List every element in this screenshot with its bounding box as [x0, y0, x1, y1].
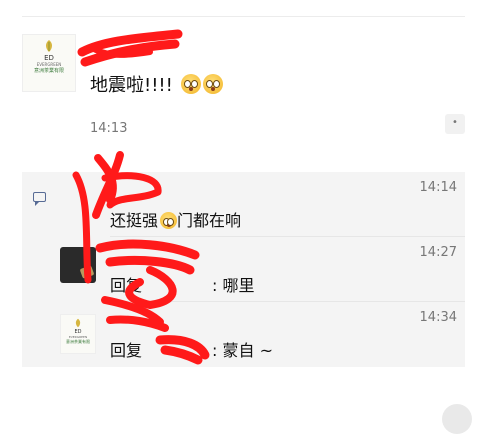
leaf-logo-icon: [75, 318, 81, 328]
comment-text: 回复: 哪里: [110, 276, 255, 295]
comment-row[interactable]: ED EVERGREEN 意洲茶業有限 14:34 回复: 蒙自 ~: [22, 302, 465, 367]
comment-time: 14:27: [419, 245, 457, 260]
avatar[interactable]: ED EVERGREEN 意洲茶業有限: [60, 314, 96, 354]
moment-post: ED EVERGREEN 意洲茶業有限 地震啦!!!! 14:13 •: [22, 34, 465, 174]
scroll-indicator: [442, 404, 472, 434]
comment-time: 14:14: [419, 180, 457, 195]
comments-section: 14:14 还挺强 门都在响 14:27 回复: 哪里 ED EVERGREEN …: [22, 172, 465, 367]
avatar[interactable]: [60, 247, 96, 283]
comment-text: 回复: 蒙自 ~: [110, 341, 273, 360]
leaf-logo-icon: [46, 40, 52, 52]
comment-time: 14:34: [419, 310, 457, 325]
shocked-face-emoji-icon: [202, 74, 223, 94]
shocked-face-emoji-icon: [160, 212, 178, 229]
logo-chinese: 意洲茶業有限: [66, 339, 90, 344]
more-options-button[interactable]: •: [445, 114, 465, 134]
post-timestamp: 14:13: [90, 121, 128, 136]
comment-row[interactable]: 14:27 回复: 哪里: [22, 237, 465, 302]
post-text: 地震啦!!!!: [90, 75, 173, 96]
comment-text: 还挺强 门都在响: [110, 211, 242, 230]
top-divider: [22, 16, 465, 17]
logo-chinese: 意洲茶業有限: [33, 68, 64, 74]
logo-initials: ED: [44, 54, 54, 62]
comment-row[interactable]: 14:14 还挺强 门都在响: [22, 172, 465, 237]
avatar[interactable]: ED EVERGREEN 意洲茶業有限: [22, 34, 76, 92]
post-content: 地震啦!!!!: [90, 71, 223, 97]
shocked-face-emoji-icon: [180, 74, 201, 94]
